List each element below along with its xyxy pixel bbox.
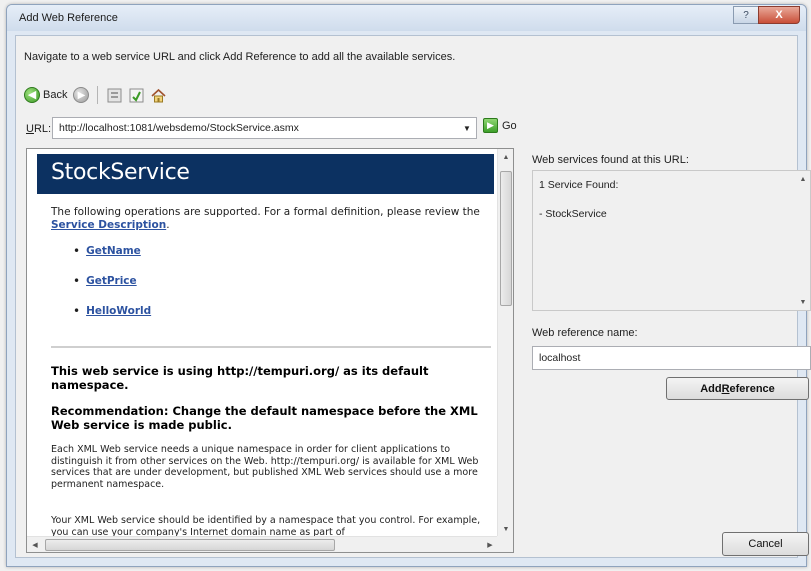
refresh-button[interactable] (128, 87, 144, 103)
divider (51, 346, 491, 348)
namespace-advice: Your XML Web service should be identifie… (51, 515, 481, 537)
vertical-scrollbar[interactable]: ▲ ▼ (497, 149, 513, 537)
namespace-heading: This web service is using http://tempuri… (51, 364, 429, 392)
scroll-down-icon[interactable]: ▼ (795, 294, 811, 310)
help-button[interactable]: ? (733, 6, 759, 24)
operation-link-helloworld[interactable]: HelloWorld (86, 305, 151, 317)
instruction-text: Navigate to a web service URL and click … (24, 51, 456, 63)
list-item: • GetName (73, 244, 141, 258)
horizontal-scroll-thumb[interactable] (45, 539, 335, 551)
go-button[interactable]: ▶ Go (483, 118, 517, 133)
service-title: StockService (37, 154, 494, 194)
refresh-icon (129, 88, 144, 102)
home-icon (151, 88, 166, 102)
close-button[interactable]: X (758, 6, 800, 24)
window-title: Add Web Reference (19, 12, 118, 24)
operation-link-getprice[interactable]: GetPrice (86, 275, 137, 287)
recommendation-heading: Recommendation: Change the default names… (51, 404, 478, 432)
chevron-down-icon[interactable]: ▼ (460, 121, 474, 135)
scroll-up-icon[interactable]: ▲ (795, 171, 811, 187)
service-description-link[interactable]: Service Description (51, 219, 166, 231)
scrollbar-corner (497, 536, 513, 552)
navigation-toolbar: ◀ Back ▶ (24, 84, 172, 106)
scroll-up-icon[interactable]: ▲ (498, 149, 513, 165)
add-reference-button[interactable]: Add Reference (666, 377, 809, 400)
title-bar: Add Web Reference ? X (7, 5, 806, 31)
cancel-button[interactable]: Cancel (722, 532, 809, 556)
dialog-body: Navigate to a web service URL and click … (15, 35, 811, 558)
stop-button[interactable] (106, 87, 122, 103)
vertical-scroll-thumb[interactable] (500, 171, 512, 306)
window-controls: ? X (733, 6, 800, 24)
forward-arrow-icon: ▶ (73, 87, 90, 103)
service-browser-pane: StockService The following operations ar… (26, 148, 514, 553)
web-reference-name-input[interactable]: localhost (532, 346, 811, 370)
url-value: http://localhost:1081/websdemo/StockServ… (59, 122, 299, 134)
list-scrollbar[interactable]: ▲ ▼ (795, 171, 810, 310)
horizontal-scrollbar[interactable]: ◀ ▶ (27, 536, 498, 552)
services-found-list[interactable]: 1 Service Found: - StockService ▲ ▼ (532, 170, 811, 311)
intro-text: The following operations are supported. … (51, 206, 480, 231)
go-arrow-icon: ▶ (483, 118, 498, 133)
stop-icon (107, 88, 122, 102)
scroll-left-icon[interactable]: ◀ (27, 537, 43, 552)
service-count-text: 1 Service Found: (539, 179, 619, 191)
list-item: • GetPrice (73, 274, 137, 288)
go-label: Go (502, 119, 517, 132)
toolbar-separator (97, 86, 99, 104)
home-button[interactable] (150, 87, 166, 103)
list-item: • HelloWorld (73, 304, 152, 318)
add-web-reference-dialog: Add Web Reference ? X Navigate to a web … (6, 4, 811, 567)
services-found-label: Web services found at this URL: (532, 154, 689, 166)
operation-link-getname[interactable]: GetName (86, 245, 141, 257)
scroll-down-icon[interactable]: ▼ (498, 521, 513, 537)
namespace-explanation: Each XML Web service needs a unique name… (51, 444, 479, 490)
forward-button[interactable]: ▶ (73, 87, 90, 103)
operations-list: • GetName • GetPrice • HelloWorld (73, 245, 151, 335)
scroll-right-icon[interactable]: ▶ (482, 537, 498, 552)
url-combobox[interactable]: http://localhost:1081/websdemo/StockServ… (52, 117, 477, 139)
web-reference-name-label: Web reference name: (532, 327, 638, 339)
back-button[interactable]: ◀ Back (24, 87, 67, 103)
back-label: Back (43, 89, 68, 101)
service-page: StockService The following operations ar… (27, 149, 498, 537)
found-service-item: - StockService (539, 208, 607, 220)
back-arrow-icon: ◀ (24, 87, 40, 103)
url-label: URL: (26, 123, 52, 135)
